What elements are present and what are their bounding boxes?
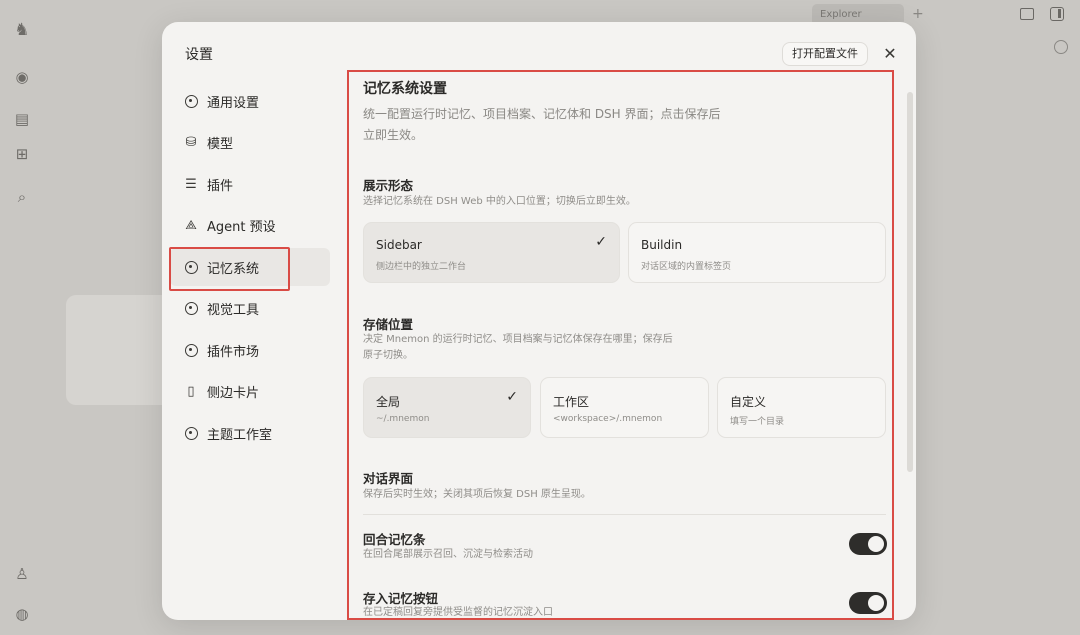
sidebar-item-label: 记忆系统: [207, 261, 260, 277]
display-option-sidebar[interactable]: Sidebar 侧边栏中的独立二作台 ✓: [363, 222, 620, 283]
app-rail: ♞ ◉ ▤ ⊞ ⌕ ♙ ◍: [0, 0, 44, 635]
gear-icon: [183, 93, 199, 109]
turn-memory-toggle[interactable]: [849, 533, 887, 555]
storage-option-global[interactable]: 全局 ~/.mnemon ✓: [363, 377, 531, 438]
sidebar-item-agent-presets[interactable]: ⟁ Agent 预设: [170, 207, 330, 245]
option-subtitle: 侧边栏中的独立二作台: [376, 262, 467, 272]
close-icon[interactable]: ✕: [880, 42, 900, 66]
doc-icon[interactable]: ▤: [12, 109, 32, 129]
option-subtitle: 对话区域的内置标签页: [641, 262, 732, 272]
sidebar-item-label: 视觉工具: [207, 303, 260, 318]
storage-description-line2: 原子切换。: [363, 350, 413, 361]
app-logo-icon[interactable]: ♞: [12, 20, 32, 40]
sidebar-item-side-cards[interactable]: ▯ 侧边卡片: [170, 373, 330, 411]
gear-icon: [183, 342, 199, 358]
settings-modal: 设置 打开配置文件 ✕ 通用设置 ⛁ 模型 ☰ 插件 ⟁ Agent 预设 记忆…: [162, 22, 916, 620]
display-heading: 展示形态: [363, 178, 414, 193]
storage-option-workspace[interactable]: 工作区 <workspace>/.mnemon: [540, 377, 709, 438]
sidebar-toggle-icon[interactable]: [1050, 7, 1064, 21]
check-icon: ✓: [595, 234, 607, 250]
sidebar-item-vision-tools[interactable]: 视觉工具: [170, 290, 330, 328]
sidebar-item-theme-studio[interactable]: 主题工作室: [170, 414, 330, 452]
sidebar-item-label: 主题工作室: [207, 427, 273, 443]
sidebar-item-label: 插件市场: [207, 344, 260, 360]
storage-description-line1: 决定 Mnemon 的运行时记忆、项目档案与记忆体保存在哪里；保存后: [363, 334, 673, 345]
sidebar-item-label: Agent 预设: [207, 220, 276, 235]
option-subtitle: <workspace>/.mnemon: [553, 414, 663, 424]
settings-icon[interactable]: ◍: [12, 604, 32, 624]
sidebar-item-general[interactable]: 通用设置: [170, 82, 330, 120]
toggle-desc-turn-memory: 在回合尾部展示召回、沉淀与检索活动: [363, 549, 533, 560]
sidebar-item-label: 模型: [207, 137, 234, 152]
chat-description: 保存后实时生效；关闭其项后恢复 DSH 原生呈现。: [363, 489, 591, 500]
sidebar-item-plugins[interactable]: ☰ 插件: [170, 165, 330, 203]
home-icon[interactable]: ◉: [12, 67, 32, 87]
sidebar-item-memory-system[interactable]: 记忆系统: [169, 247, 330, 291]
panel-icon: ▯: [187, 384, 195, 399]
user-icon[interactable]: ♙: [12, 564, 32, 584]
storage-option-custom[interactable]: 自定义 填写一个目录: [717, 377, 886, 438]
page-description-line1: 统一配置运行时记忆、项目档案、记忆体和 DSH 界面；点击保存后: [363, 107, 721, 121]
page-title: 记忆系统设置: [363, 81, 447, 97]
divider: [363, 514, 886, 515]
option-title: 全局: [376, 395, 401, 409]
toggle-label-turn-memory: 回合记忆条: [363, 532, 426, 547]
chat-heading: 对话界面: [363, 471, 414, 486]
save-memory-toggle[interactable]: [849, 592, 887, 614]
memory-settings-panel: 记忆系统设置 统一配置运行时记忆、项目档案、记忆体和 DSH 界面；点击保存后 …: [347, 70, 894, 620]
option-title: Sidebar: [376, 238, 422, 252]
option-title: 自定义: [730, 395, 767, 409]
display-icon[interactable]: [1020, 8, 1034, 20]
option-subtitle: 填写一个目录: [730, 417, 785, 427]
settings-sidebar: 通用设置 ⛁ 模型 ☰ 插件 ⟁ Agent 预设 记忆系统 视觉工具 插件市场…: [169, 82, 330, 456]
gear-icon: [183, 259, 199, 275]
option-subtitle: ~/.mnemon: [376, 414, 430, 424]
content-scrollbar[interactable]: [907, 92, 913, 472]
folder-plus-icon[interactable]: ⊞: [12, 144, 32, 164]
search-icon[interactable]: ⌕: [12, 187, 32, 207]
check-icon: ✓: [506, 389, 518, 405]
page-description-line2: 立即生效。: [363, 128, 424, 142]
display-option-buildin[interactable]: Buildin 对话区域的内置标签页: [628, 222, 886, 283]
sidebar-item-plugin-market[interactable]: 插件市场: [170, 331, 330, 369]
new-tab-icon[interactable]: +: [912, 6, 924, 22]
option-title: Buildin: [641, 238, 683, 252]
open-config-button[interactable]: 打开配置文件: [782, 42, 868, 66]
sidebar-item-label: 通用设置: [207, 95, 260, 111]
modal-title: 设置: [185, 47, 213, 63]
sliders-icon: ☰: [185, 176, 197, 192]
sidebar-item-label: 插件: [207, 178, 234, 194]
shapes-icon: ⟁: [185, 218, 197, 233]
option-title: 工作区: [553, 395, 590, 409]
display-description: 选择记忆系统在 DSH Web 中的入口位置；切换后立即生效。: [363, 196, 636, 207]
bg-settings-icon[interactable]: [1054, 40, 1068, 54]
gear-icon: [183, 425, 199, 441]
database-icon: ⛁: [185, 135, 197, 150]
sidebar-item-label: 侧边卡片: [207, 386, 260, 401]
sidebar-item-models[interactable]: ⛁ 模型: [170, 124, 330, 162]
gear-icon: [183, 301, 199, 317]
toggle-desc-save-memory: 在已定稿回复旁提供受监督的记忆沉淀入口: [363, 607, 553, 618]
storage-heading: 存储位置: [363, 317, 414, 332]
